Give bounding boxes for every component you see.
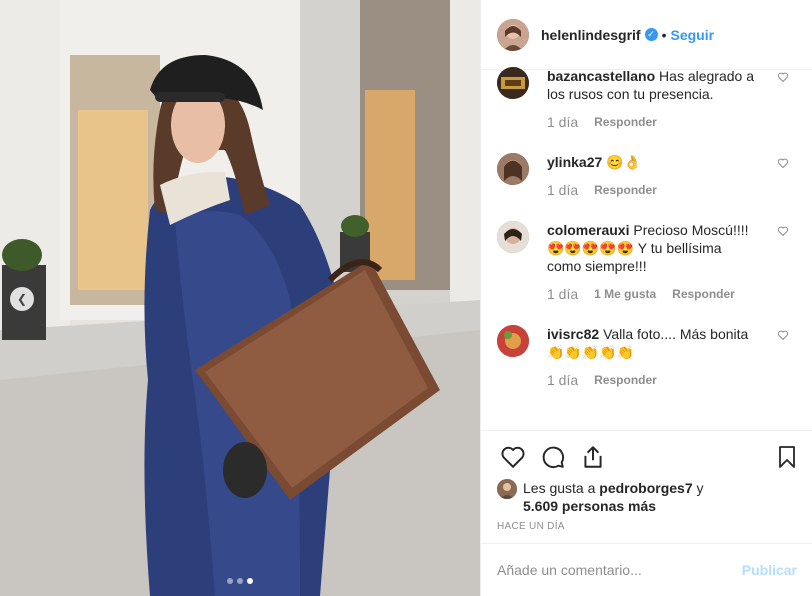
follow-button[interactable]: Seguir bbox=[670, 27, 714, 43]
comment-age[interactable]: 1 día bbox=[547, 181, 578, 199]
post-time-ago[interactable]: HACE UN DÍA bbox=[497, 521, 797, 532]
comment: bazancastellano Has alegrado a los rusos… bbox=[497, 67, 797, 131]
comment-avatar[interactable] bbox=[497, 67, 529, 99]
likes-count[interactable]: 5.609 personas más bbox=[523, 498, 656, 514]
comment: ivisrc82 Valla foto.... Más bonita 👏👏👏👏👏… bbox=[497, 325, 797, 389]
comment-username[interactable]: bazancastellano bbox=[547, 68, 655, 84]
reply-button[interactable]: Responder bbox=[594, 181, 657, 199]
carousel-dot-active bbox=[247, 578, 253, 584]
carousel-dot bbox=[227, 578, 233, 584]
like-button[interactable] bbox=[497, 441, 529, 473]
likes-prefix: Les gusta a bbox=[523, 480, 596, 496]
likes-summary: Les gusta a pedroborges7 y 5.609 persona… bbox=[497, 479, 797, 515]
reply-button[interactable]: Responder bbox=[594, 371, 657, 389]
heart-icon bbox=[501, 446, 525, 468]
author-username[interactable]: helenlindesgrif bbox=[541, 27, 641, 43]
author-avatar[interactable] bbox=[497, 18, 529, 51]
comment-avatar[interactable] bbox=[497, 325, 529, 357]
add-comment-bar: Publicar bbox=[481, 543, 812, 596]
chevron-left-icon: ❮ bbox=[16, 292, 28, 306]
comment-text: ylinka27 😊👌 bbox=[547, 153, 759, 171]
comment-meta: 1 día Responder bbox=[547, 181, 759, 199]
reply-button[interactable]: Responder bbox=[594, 113, 657, 131]
comment-text: ivisrc82 Valla foto.... Más bonita 👏👏👏👏👏 bbox=[547, 325, 759, 361]
carousel-indicator bbox=[0, 578, 480, 584]
post-photo[interactable]: ❮ bbox=[0, 0, 480, 596]
publish-button[interactable]: Publicar bbox=[742, 562, 797, 578]
carousel-prev-button[interactable]: ❮ bbox=[10, 287, 34, 311]
photo-illustration bbox=[0, 0, 480, 596]
like-comment-heart-icon[interactable] bbox=[777, 225, 789, 237]
reply-button[interactable]: Responder bbox=[672, 285, 735, 303]
comment-message: 😊👌 bbox=[606, 154, 642, 170]
liker-username[interactable]: pedroborges7 bbox=[599, 480, 692, 496]
like-comment-heart-icon[interactable] bbox=[777, 71, 789, 83]
header-separator: • bbox=[661, 26, 667, 43]
comment-age[interactable]: 1 día bbox=[547, 285, 578, 303]
share-icon bbox=[584, 446, 602, 468]
comment-username[interactable]: ivisrc82 bbox=[547, 326, 599, 342]
like-comment-heart-icon[interactable] bbox=[777, 157, 789, 169]
comment-meta: 1 día Responder bbox=[547, 371, 759, 389]
post-header: helenlindesgrif ✓ • Seguir bbox=[481, 0, 812, 70]
comment-username[interactable]: ylinka27 bbox=[547, 154, 602, 170]
post-details: helenlindesgrif ✓ • Seguir bazancastella… bbox=[480, 0, 812, 596]
comment-avatar[interactable] bbox=[497, 221, 529, 253]
comment-avatar[interactable] bbox=[497, 153, 529, 185]
verified-badge-icon: ✓ bbox=[644, 28, 658, 41]
share-button[interactable] bbox=[577, 441, 609, 473]
likes-joiner: y bbox=[696, 480, 704, 496]
comment-text: colomerauxi Precioso Moscú!!!! 😍😍😍😍😍 Y t… bbox=[547, 221, 759, 275]
comment: ylinka27 😊👌 1 día Responder bbox=[497, 153, 797, 199]
comment-bubble-icon bbox=[542, 446, 565, 469]
comment-input[interactable] bbox=[497, 562, 742, 578]
comment-age[interactable]: 1 día bbox=[547, 371, 578, 389]
post-actions: Les gusta a pedroborges7 y 5.609 persona… bbox=[481, 430, 812, 532]
comment-username[interactable]: colomerauxi bbox=[547, 222, 629, 238]
like-comment-heart-icon[interactable] bbox=[777, 329, 789, 341]
save-button[interactable] bbox=[771, 441, 803, 473]
likes-text: Les gusta a pedroborges7 y 5.609 persona… bbox=[523, 479, 704, 515]
carousel-dot bbox=[237, 578, 243, 584]
comment-age[interactable]: 1 día bbox=[547, 113, 578, 131]
comment-text: bazancastellano Has alegrado a los rusos… bbox=[547, 67, 759, 103]
comment-meta: 1 día Responder bbox=[547, 113, 759, 131]
action-icons bbox=[497, 441, 797, 473]
liker-avatar[interactable] bbox=[497, 479, 517, 499]
comment-button[interactable] bbox=[537, 441, 569, 473]
comment-meta: 1 día 1 Me gusta Responder bbox=[547, 285, 759, 303]
bookmark-icon bbox=[779, 446, 795, 468]
comment: colomerauxi Precioso Moscú!!!! 😍😍😍😍😍 Y t… bbox=[497, 221, 797, 303]
comment-likes-count[interactable]: 1 Me gusta bbox=[594, 285, 656, 303]
comments-list[interactable]: bazancastellano Has alegrado a los rusos… bbox=[481, 61, 812, 430]
